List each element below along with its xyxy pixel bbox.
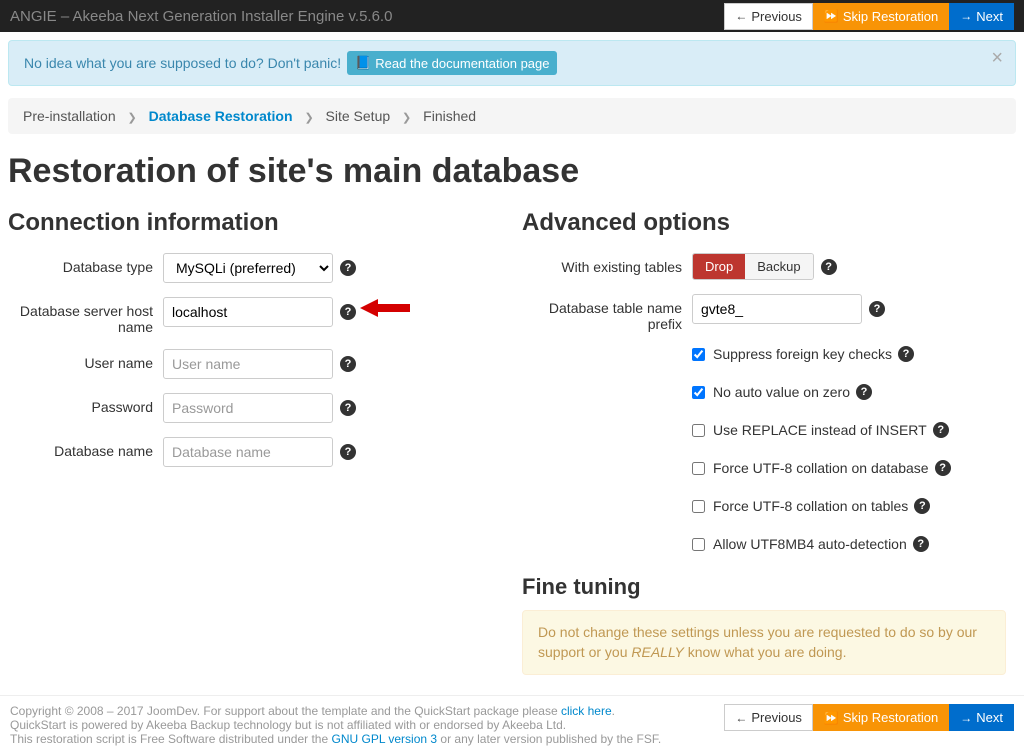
- password-input[interactable]: [163, 393, 333, 423]
- help-icon[interactable]: ?: [913, 536, 929, 552]
- help-icon[interactable]: ?: [340, 400, 356, 416]
- breadcrumb-database[interactable]: Database Restoration: [149, 108, 293, 124]
- utf8mb4-checkbox[interactable]: [692, 538, 705, 551]
- prefix-label: Database table name prefix: [522, 294, 692, 332]
- close-icon[interactable]: ×: [991, 47, 1003, 70]
- dbname-input[interactable]: [163, 437, 333, 467]
- host-label: Database server host name: [8, 297, 163, 335]
- footer-previous-button[interactable]: ←Previous: [724, 704, 813, 731]
- utf8db-label: Force UTF-8 collation on database: [713, 460, 929, 476]
- advanced-column: Advanced options With existing tables Dr…: [512, 209, 1016, 675]
- book-icon: 📘: [355, 55, 371, 71]
- breadcrumb-finished[interactable]: Finished: [423, 108, 476, 124]
- connection-column: Connection information Database type MyS…: [8, 209, 512, 675]
- topbar: ANGIE – Akeeba Next Generation Installer…: [0, 0, 1024, 32]
- password-label: Password: [8, 393, 163, 415]
- arrow-left-icon: ←: [735, 711, 747, 725]
- prefix-input[interactable]: [692, 294, 862, 324]
- replace-label: Use REPLACE instead of INSERT: [713, 422, 927, 438]
- chevron-right-icon: ❯: [128, 112, 137, 124]
- dbtype-label: Database type: [8, 253, 163, 275]
- skip-restoration-button[interactable]: ⏩Skip Restoration: [813, 3, 949, 30]
- chevron-right-icon: ❯: [304, 112, 313, 124]
- help-icon[interactable]: ?: [935, 460, 951, 476]
- help-icon[interactable]: ?: [340, 260, 356, 276]
- utf8db-checkbox[interactable]: [692, 462, 705, 475]
- connection-heading: Connection information: [8, 209, 502, 237]
- chevron-right-icon: ❯: [402, 112, 411, 124]
- footer-buttons: ←Previous ⏩Skip Restoration →Next: [724, 704, 1014, 731]
- breadcrumb-sitesetup[interactable]: Site Setup: [326, 108, 391, 124]
- utf8tbl-label: Force UTF-8 collation on tables: [713, 498, 908, 514]
- main-container: No idea what you are supposed to do? Don…: [0, 40, 1024, 695]
- replace-checkbox[interactable]: [692, 424, 705, 437]
- help-icon[interactable]: ?: [933, 422, 949, 438]
- read-documentation-button[interactable]: 📘Read the documentation page: [347, 51, 557, 75]
- fast-forward-icon: ⏩: [824, 711, 839, 725]
- annotation-arrow-icon: [356, 293, 416, 327]
- footer-skip-button[interactable]: ⏩Skip Restoration: [813, 704, 949, 731]
- previous-button[interactable]: ←Previous: [724, 3, 813, 30]
- help-icon[interactable]: ?: [869, 301, 885, 317]
- dbtype-select[interactable]: MySQLi (preferred): [163, 253, 333, 283]
- topbar-buttons: ←Previous ⏩Skip Restoration →Next: [724, 3, 1014, 30]
- fine-tuning-heading: Fine tuning: [522, 574, 1006, 600]
- suppress-fk-checkbox[interactable]: [692, 348, 705, 361]
- backup-button[interactable]: Backup: [745, 254, 812, 279]
- page-title: Restoration of site's main database: [8, 152, 1016, 191]
- gpl-link[interactable]: GNU GPL version 3: [331, 732, 437, 746]
- next-button[interactable]: →Next: [949, 3, 1014, 30]
- footer: Copyright © 2008 – 2017 JoomDev. For sup…: [0, 695, 1024, 754]
- username-label: User name: [8, 349, 163, 371]
- advanced-heading: Advanced options: [522, 209, 1006, 237]
- arrow-left-icon: ←: [735, 9, 747, 23]
- username-input[interactable]: [163, 349, 333, 379]
- help-icon[interactable]: ?: [340, 356, 356, 372]
- help-icon[interactable]: ?: [856, 384, 872, 400]
- help-icon[interactable]: ?: [914, 498, 930, 514]
- host-input[interactable]: [163, 297, 333, 327]
- fine-tuning-warning: Do not change these settings unless you …: [522, 610, 1006, 675]
- support-link[interactable]: click here: [561, 704, 612, 718]
- footer-next-button[interactable]: →Next: [949, 704, 1014, 731]
- drop-button[interactable]: Drop: [693, 254, 745, 279]
- dbname-label: Database name: [8, 437, 163, 459]
- info-alert: No idea what you are supposed to do? Don…: [8, 40, 1016, 86]
- fast-forward-icon: ⏩: [824, 9, 839, 23]
- suppress-fk-label: Suppress foreign key checks: [713, 346, 892, 362]
- alert-text: No idea what you are supposed to do? Don…: [24, 55, 341, 71]
- existing-tables-toggle: Drop Backup: [692, 253, 814, 280]
- arrow-right-icon: →: [960, 9, 972, 23]
- help-icon[interactable]: ?: [898, 346, 914, 362]
- breadcrumb: Pre-installation ❯ Database Restoration …: [8, 98, 1016, 134]
- existing-tables-label: With existing tables: [522, 253, 692, 275]
- app-title: ANGIE – Akeeba Next Generation Installer…: [10, 8, 392, 25]
- help-icon[interactable]: ?: [340, 304, 356, 320]
- noauto-checkbox[interactable]: [692, 386, 705, 399]
- help-icon[interactable]: ?: [340, 444, 356, 460]
- noauto-label: No auto value on zero: [713, 384, 850, 400]
- help-icon[interactable]: ?: [821, 259, 837, 275]
- breadcrumb-preinstall[interactable]: Pre-installation: [23, 108, 116, 124]
- arrow-right-icon: →: [960, 711, 972, 725]
- utf8mb4-label: Allow UTF8MB4 auto-detection: [713, 536, 907, 552]
- utf8tbl-checkbox[interactable]: [692, 500, 705, 513]
